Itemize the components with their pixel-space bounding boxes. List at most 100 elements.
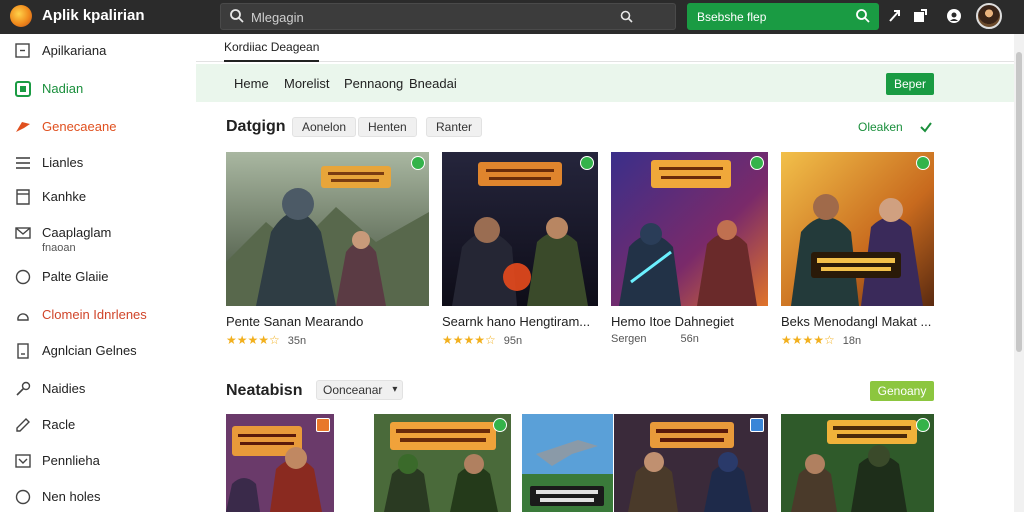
download-count: 35n	[287, 335, 307, 347]
doc-icon	[14, 342, 32, 360]
sidebar-item-label: Apilkariana	[42, 43, 107, 58]
search-input[interactable]: Mlegagin	[251, 10, 304, 25]
sidebar-item-label: Pennlieha	[42, 453, 100, 468]
sidebar-item-pennlieha[interactable]: Pennlieha	[0, 446, 196, 476]
sidebar-item-label: Palte Glaiie	[42, 269, 109, 284]
nav-link-home[interactable]: Heme	[234, 76, 269, 91]
dropdown-value: Oonceanar	[323, 383, 383, 397]
sidebar-item-palte-glaiie[interactable]: Palte Glaiie	[0, 262, 196, 292]
game-thumbnail[interactable]	[226, 152, 429, 306]
sidebar-item-label: Naidies	[42, 381, 86, 396]
game-thumbnail[interactable]	[522, 414, 613, 512]
tab-active[interactable]: Kordiiac Deagean	[224, 40, 320, 62]
bookmark-icon	[14, 188, 32, 206]
sidebar-item-kanhke[interactable]: Kanhke	[0, 182, 196, 212]
game-thumbnail[interactable]	[442, 152, 598, 306]
sidebar-item-label: Kanhke	[42, 189, 87, 204]
sidebar-item-label: Caaplaglam	[42, 225, 112, 240]
game-thumbnail[interactable]	[611, 152, 768, 306]
sidebar-item-lianles[interactable]: Lianles	[0, 148, 196, 178]
sidebar-item-label: Nadian	[42, 81, 84, 96]
game-title: Searnk hano Hengtiram...	[442, 314, 591, 329]
see-more-link[interactable]: Oleaken	[858, 120, 903, 134]
circle-icon	[14, 268, 32, 286]
green-search-input[interactable]: Bsebshe flep	[697, 10, 766, 24]
installed-badge	[916, 156, 930, 170]
new-badge	[316, 418, 330, 432]
camera-search-icon[interactable]	[619, 9, 635, 30]
top-bar: Aplik kpalirian Mlegagin Bsebshe flep	[0, 0, 1024, 34]
sidebar-item-racle[interactable]: Racle	[0, 410, 196, 440]
game-thumbnail[interactable]	[781, 152, 934, 306]
share-icon[interactable]	[888, 8, 902, 29]
download-count: 95n	[503, 335, 523, 347]
game-title: Beks Menodangl Makat ...	[781, 314, 932, 329]
game-card[interactable]: Beks Menodangl Makat ... ★★★★☆ 18n	[781, 152, 934, 352]
sidebar-item-naidies[interactable]: Naidies	[0, 374, 196, 404]
section-button[interactable]: Genoany	[870, 381, 934, 401]
cloud-icon	[14, 306, 32, 324]
game-card[interactable]	[522, 414, 613, 512]
category-dropdown[interactable]: Oonceanar ▾	[316, 380, 404, 400]
game-card[interactable]: Hemo Itoe Dahnegiet Sergen 56n	[611, 152, 768, 352]
main-content: Kordiiac Deagean Heme Morelist Pennaong …	[196, 34, 1014, 512]
sidebar-item-sublabel: fnaoan	[42, 242, 76, 254]
game-card[interactable]: Searnk hano Hengtiram... ★★★★☆ 95n	[442, 152, 598, 352]
game-thumbnail[interactable]	[614, 414, 768, 512]
filter-chip[interactable]: Ranter	[426, 117, 483, 137]
nav-link-pennaong[interactable]: Pennaong	[344, 76, 403, 91]
game-rating: ★★★★☆ 18n	[781, 333, 861, 347]
sidebar-item-nadian[interactable]: Nadian	[0, 74, 196, 104]
sidebar-item-agnlcian[interactable]: Agnlcian Gelnes	[0, 336, 196, 366]
rating-stars: ★★★★☆	[442, 333, 496, 347]
section-title: Neatabisn	[226, 382, 303, 399]
scrollbar[interactable]	[1014, 34, 1024, 512]
sidebar-item-label: Genecaeane	[42, 119, 117, 134]
installed-badge	[916, 418, 930, 432]
pencil-icon	[14, 416, 32, 434]
game-rating: ★★★★☆ 95n	[442, 333, 522, 347]
game-card[interactable]	[781, 414, 934, 512]
account-icon[interactable]	[946, 8, 962, 29]
game-thumbnail[interactable]	[781, 414, 934, 512]
download-count: 18n	[842, 335, 862, 347]
sidebar: Apilkariana Nadian Genecaeane Lianles Ka…	[0, 34, 196, 512]
installed-badge	[750, 156, 764, 170]
scrollbar-thumb[interactable]	[1016, 52, 1022, 352]
inbox-icon	[14, 452, 32, 470]
sidebar-item-nen-holes[interactable]: Nen holes	[0, 482, 196, 512]
game-card[interactable]: Pente Sanan Mearando ★★★★☆ 35n	[226, 152, 429, 352]
notification-icon[interactable]	[912, 8, 928, 29]
check-icon	[920, 120, 932, 138]
sidebar-item-clomein[interactable]: Clomein Idnrlenes	[0, 300, 196, 330]
installed-badge	[411, 156, 425, 170]
apps-icon	[14, 80, 32, 98]
list-icon	[14, 154, 32, 172]
sidebar-item-label: Clomein Idnrlenes	[42, 307, 147, 322]
sidebar-item-genecaeane[interactable]: Genecaeane	[0, 112, 196, 142]
game-card[interactable]	[614, 414, 768, 512]
circle-outline-icon	[14, 488, 32, 506]
nav-button[interactable]: Beper	[886, 73, 934, 95]
sidebar-item-caaplaglam[interactable]: Caaplaglam fnaoan	[0, 218, 196, 258]
tab-bar: Kordiiac Deagean	[196, 34, 1014, 62]
game-thumbnail[interactable]	[374, 414, 511, 512]
game-rating: ★★★★☆ 35n	[226, 333, 306, 347]
search-icon[interactable]	[855, 8, 871, 29]
nav-link-more[interactable]: Morelist	[284, 76, 330, 91]
game-card[interactable]	[374, 414, 511, 512]
installed-badge	[493, 418, 507, 432]
avatar[interactable]	[976, 3, 1002, 29]
nav-link-bneadai[interactable]: Bneadai	[409, 76, 457, 91]
nav-strip: Heme Morelist Pennaong Bneadai Beper	[196, 64, 1014, 102]
app-logo[interactable]	[10, 5, 32, 27]
game-card[interactable]	[226, 414, 334, 512]
sidebar-item-label: Lianles	[42, 155, 84, 170]
download-count: 56n	[680, 333, 699, 345]
search-box[interactable]: Mlegagin	[220, 3, 676, 30]
filter-chip[interactable]: Henten	[358, 117, 417, 137]
sidebar-item-applications[interactable]: Apilkariana	[0, 36, 196, 66]
rating-stars: ★★★★☆	[781, 333, 835, 347]
green-search-box[interactable]: Bsebshe flep	[687, 3, 879, 30]
filter-chip[interactable]: Aonelon	[292, 117, 357, 137]
